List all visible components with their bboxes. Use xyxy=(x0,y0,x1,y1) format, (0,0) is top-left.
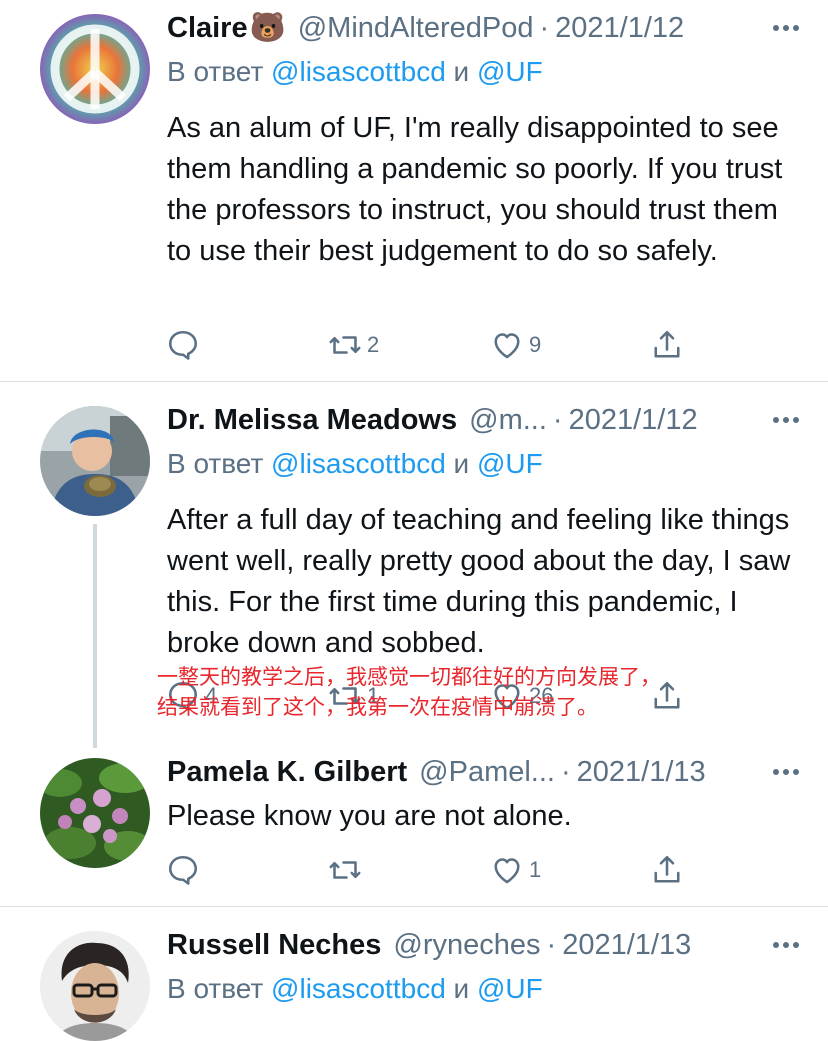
more-horizontal-icon[interactable] xyxy=(766,8,806,48)
share-button[interactable] xyxy=(649,325,685,365)
tweet-date[interactable]: 2021/1/13 xyxy=(577,756,706,789)
more-horizontal-icon[interactable] xyxy=(766,925,806,965)
like-count: 1 xyxy=(529,857,542,882)
like-count: 9 xyxy=(529,332,542,357)
avatar-russell-neches[interactable] xyxy=(40,931,150,1041)
reply-and: и xyxy=(453,973,470,1004)
user-handle[interactable]: @Pamel... xyxy=(419,756,555,789)
reply-bubble-icon xyxy=(168,855,198,885)
share-icon xyxy=(654,855,680,883)
share-icon xyxy=(654,330,680,358)
translation-line-2: 结果就看到了这个，我第一次在疫情中崩溃了。 xyxy=(157,695,598,719)
share-button[interactable] xyxy=(649,850,685,890)
reply-prefix: В ответ xyxy=(167,56,264,87)
tweet-date[interactable]: 2021/1/12 xyxy=(555,12,684,45)
mention-lisascottbcd[interactable]: @lisascottbcd xyxy=(271,973,446,1004)
reply-button[interactable] xyxy=(165,850,205,890)
mention-lisascottbcd[interactable]: @lisascottbcd xyxy=(271,56,446,87)
mention-lisascottbcd[interactable]: @lisascottbcd xyxy=(271,448,446,479)
tweet-header: Dr. Melissa Meadows @m... · 2021/1/12 xyxy=(167,400,762,440)
heart-icon xyxy=(494,333,520,359)
translation-line-1: 一整天的教学之后，我感觉一切都往好的方向发展了， xyxy=(157,665,661,689)
user-handle[interactable]: @m... xyxy=(469,404,547,437)
reply-prefix: В ответ xyxy=(167,973,264,1004)
tweet-header: Claire 🐻 @MindAlteredPod · 2021/1/12 xyxy=(167,8,762,48)
tweet-claire[interactable]: Claire 🐻 @MindAlteredPod · 2021/1/12 В о… xyxy=(0,0,828,380)
retweet-count: 2 xyxy=(367,332,380,357)
mention-uf[interactable]: @UF xyxy=(477,973,543,1004)
reply-button[interactable] xyxy=(165,325,205,365)
mention-uf[interactable]: @UF xyxy=(477,448,543,479)
separator-dot: · xyxy=(546,928,557,961)
user-handle[interactable]: @MindAlteredPod xyxy=(298,12,534,45)
reply-prefix: В ответ xyxy=(167,448,264,479)
tweet-actions: 1 xyxy=(165,850,705,890)
mention-uf[interactable]: @UF xyxy=(477,56,543,87)
user-handle[interactable]: @ryneches xyxy=(393,929,540,962)
retweet-icon xyxy=(329,861,361,879)
display-name[interactable]: Pamela K. Gilbert xyxy=(167,756,407,789)
thread-connector-line xyxy=(93,524,97,748)
reply-and: и xyxy=(453,448,470,479)
tweet-date[interactable]: 2021/1/13 xyxy=(562,929,691,962)
tweet-date[interactable]: 2021/1/12 xyxy=(569,404,698,437)
more-horizontal-icon[interactable] xyxy=(766,400,806,440)
tweet-pamela-gilbert[interactable]: Pamela K. Gilbert @Pamel... · 2021/1/13 … xyxy=(0,750,828,906)
tweet-actions: 2 9 xyxy=(165,325,705,365)
tweet-text: As an alum of UF, I'm really disappointe… xyxy=(167,112,783,267)
display-name[interactable]: Russell Neches xyxy=(167,929,381,962)
retweet-icon xyxy=(329,336,361,354)
display-name[interactable]: Dr. Melissa Meadows xyxy=(167,404,457,437)
heart-icon xyxy=(494,858,520,884)
separator-dot: · xyxy=(560,755,571,788)
more-horizontal-icon[interactable] xyxy=(766,752,806,792)
avatar-pamela-gilbert[interactable] xyxy=(40,758,150,868)
bear-emoji: 🐻 xyxy=(249,12,286,44)
separator-dot: · xyxy=(552,403,563,436)
display-name[interactable]: Claire xyxy=(167,12,248,45)
replying-to: В ответ @lisascottbcd и @UF xyxy=(167,973,543,1005)
retweet-button[interactable]: 2 xyxy=(327,325,379,365)
avatar-melissa-meadows[interactable] xyxy=(40,406,150,516)
like-button[interactable]: 9 xyxy=(489,325,541,365)
like-button[interactable]: 1 xyxy=(489,850,541,890)
replying-to: В ответ @lisascottbcd и @UF xyxy=(167,56,543,88)
retweet-button[interactable] xyxy=(327,850,367,890)
tweet-header: Russell Neches @ryneches · 2021/1/13 xyxy=(167,925,762,965)
reply-and: и xyxy=(453,56,470,87)
reply-bubble-icon xyxy=(168,330,198,360)
translation-overlay: 一整天的教学之后，我感觉一切都往好的方向发展了， 结果就看到了这个，我第一次在疫… xyxy=(157,662,661,722)
tweet-text: Please know you are not alone. xyxy=(167,800,572,832)
replying-to: В ответ @lisascottbcd и @UF xyxy=(167,448,543,480)
separator-dot: · xyxy=(539,11,550,44)
tweet-russell-neches[interactable]: Russell Neches @ryneches · 2021/1/13 В о… xyxy=(0,907,828,1041)
avatar-claire[interactable] xyxy=(40,14,150,124)
tweet-text: After a full day of teaching and feeling… xyxy=(167,504,791,659)
tweet-header: Pamela K. Gilbert @Pamel... · 2021/1/13 xyxy=(167,752,762,792)
